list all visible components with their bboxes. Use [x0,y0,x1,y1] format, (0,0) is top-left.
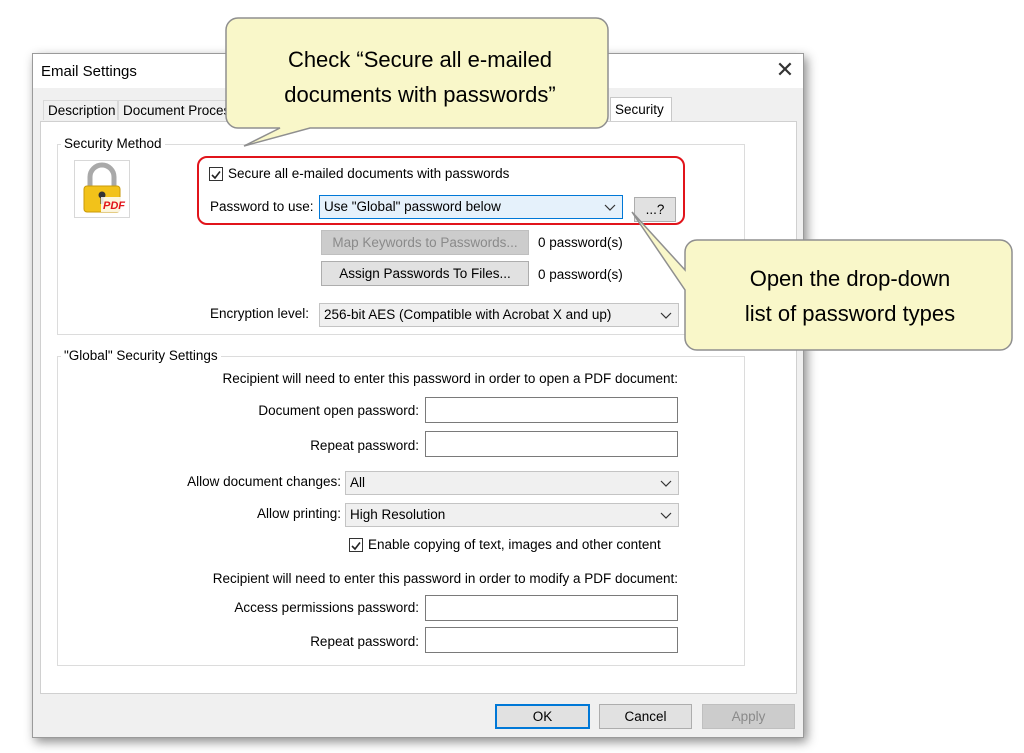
allow-printing-dropdown[interactable]: High Resolution [345,503,679,527]
enable-copying-label: Enable copying of text, images and other… [368,537,661,552]
allow-printing-label: Allow printing: [256,506,341,521]
allow-changes-value: All [350,475,366,490]
repeat-permissions-password-input[interactable] [425,627,678,653]
tab-document-processing[interactable]: Document Processi [118,100,236,120]
access-permissions-label: Access permissions password: [234,600,419,615]
repeat-permissions-password-label: Repeat password: [310,634,419,649]
tab-description[interactable]: Description [43,100,118,120]
assign-passwords-button[interactable]: Assign Passwords To Files... [321,261,529,286]
callout-right-line1: Open the drop-down [749,266,951,291]
enable-copying-checkbox[interactable] [349,538,363,552]
access-permissions-input[interactable] [425,595,678,621]
assign-passwords-count: 0 password(s) [538,267,623,282]
allow-printing-value: High Resolution [350,507,446,522]
map-keywords-button[interactable]: Map Keywords to Passwords... [321,230,529,255]
repeat-open-password-label: Repeat password: [310,438,419,453]
security-method-legend: Security Method [61,136,165,151]
encryption-level-label: Encryption level: [210,306,310,321]
callout-right-line2: list of password types [744,301,956,326]
open-password-note: Recipient will need to enter this passwo… [222,371,679,386]
svg-text:PDF: PDF [103,200,125,212]
callout-top-line1: Check “Secure all e-mailed [287,47,553,72]
dialog-title: Email Settings [41,63,137,80]
chevron-down-icon [660,480,672,487]
callout-top-line2: documents with passwords” [284,82,556,107]
apply-button[interactable]: Apply [702,704,795,729]
close-icon[interactable]: ✕ [773,57,797,83]
cancel-button[interactable]: Cancel [599,704,692,729]
repeat-open-password-input[interactable] [425,431,678,457]
document-open-password-label: Document open password: [258,403,419,418]
modify-password-note: Recipient will need to enter this passwo… [212,571,678,586]
allow-changes-dropdown[interactable]: All [345,471,679,495]
allow-changes-label: Allow document changes: [187,474,341,489]
chevron-down-icon [660,512,672,519]
global-security-legend: "Global" Security Settings [61,348,221,363]
highlight-box [197,156,685,225]
encryption-level-value: 256-bit AES (Compatible with Acrobat X a… [324,307,612,322]
lock-pdf-icon: PDF [74,160,130,218]
ok-button[interactable]: OK [495,704,590,729]
map-keywords-count: 0 password(s) [538,235,623,250]
document-open-password-input[interactable] [425,397,678,423]
